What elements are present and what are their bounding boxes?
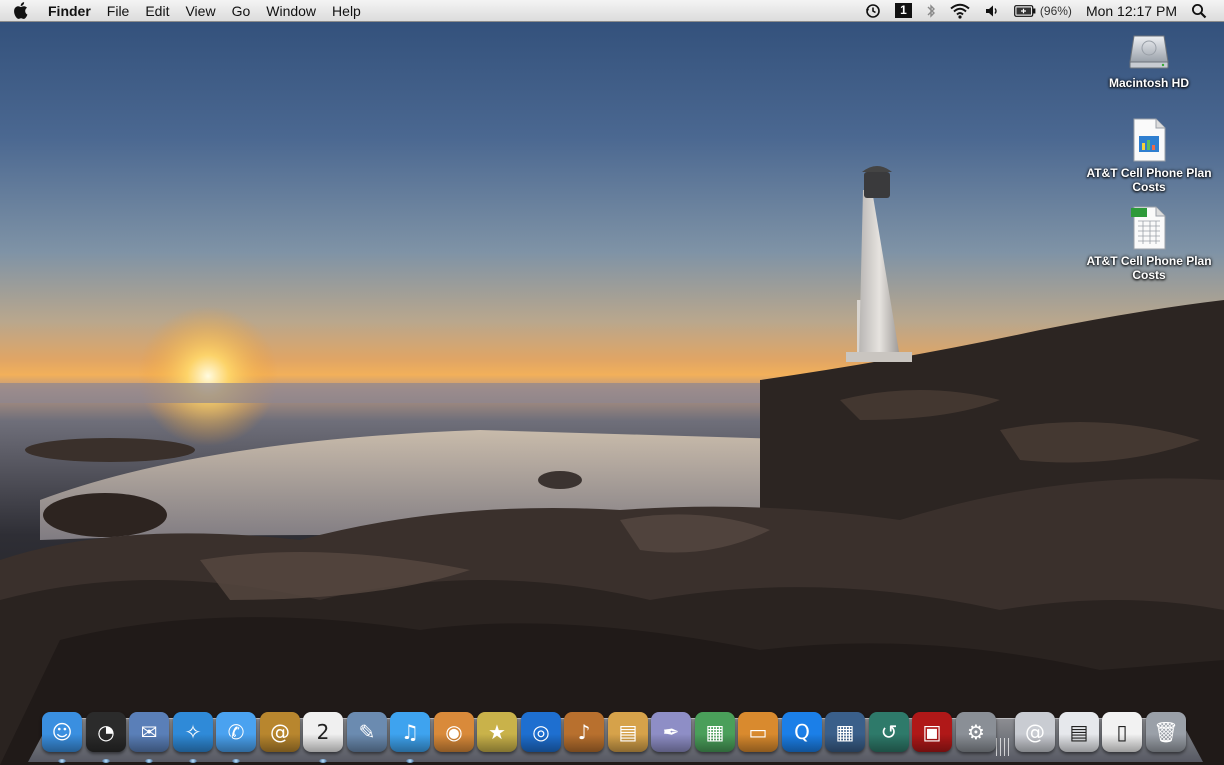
wifi-icon[interactable]	[943, 3, 977, 19]
spotlight-search-icon[interactable]	[1184, 3, 1214, 19]
dock-preview-icon[interactable]: ✎	[347, 712, 387, 752]
dock-file-document-icon[interactable]: ▯	[1102, 712, 1142, 752]
dock-address-book-icon[interactable]: @	[260, 712, 300, 752]
dock-idvd-icon[interactable]: ◎	[521, 712, 561, 752]
excel-spreadsheet-icon	[1131, 206, 1166, 250]
dock-itunes-icon[interactable]: ♫	[390, 712, 430, 752]
dock-pages-icon[interactable]: ✒	[651, 712, 691, 752]
dock-time-machine-icon[interactable]: ↺	[869, 712, 909, 752]
desktop-icon-label: Macintosh HD	[1108, 76, 1189, 90]
dock-separator	[996, 738, 1010, 756]
apple-menu-icon[interactable]	[0, 2, 40, 19]
hard-drive-icon	[1129, 35, 1169, 69]
time-machine-icon[interactable]	[858, 3, 888, 19]
dock-ical-icon[interactable]: 2	[303, 712, 343, 752]
dock-photo-booth-icon[interactable]: ▣	[912, 712, 952, 752]
numbers-document-icon	[1133, 118, 1166, 162]
spaces-number: 1	[894, 3, 912, 18]
dock: ☺ ◔ ✉ ✧ ✆ @2 ✎ ♫ ◉ ★ ◎ ♪ ▤ ✒ ▦ ▭ Q ▦ ↺ ▣ ⚙ @ ▤ ▯ 🗑	[0, 706, 1224, 765]
dock-running-indicator	[58, 759, 66, 763]
dock-safari-icon[interactable]: ✧	[173, 712, 213, 752]
bluetooth-icon[interactable]	[919, 3, 943, 19]
dock-imovie-icon[interactable]: ★	[477, 712, 517, 752]
dock-running-indicator	[102, 759, 110, 763]
dock-iweb-icon[interactable]: ▤	[608, 712, 648, 752]
battery-percent: (96%)	[1039, 3, 1072, 18]
dock-numbers-icon[interactable]: ▦	[695, 712, 735, 752]
dock-spaces-icon[interactable]: ▦	[825, 712, 865, 752]
dock-system-preferences-icon[interactable]: ⚙	[956, 712, 996, 752]
dock-ichat-icon[interactable]: ✆	[216, 712, 256, 752]
dock-finder-icon[interactable]: ☺	[42, 712, 82, 752]
desktop-icon-label: AT&T Cell Phone Plan Costs	[1086, 254, 1212, 282]
menu-window[interactable]: Window	[258, 0, 324, 22]
desktop-icon-label: AT&T Cell Phone Plan Costs	[1086, 166, 1212, 194]
dock-running-indicator	[319, 759, 327, 763]
menu-go[interactable]: Go	[224, 0, 259, 22]
desktop-wallpaper	[0, 0, 1224, 765]
volume-icon[interactable]	[977, 3, 1007, 19]
desktop-icon-macintosh-hd[interactable]: Macintosh HD	[1081, 30, 1217, 90]
battery-icon	[1014, 4, 1036, 17]
dock-running-indicator	[232, 759, 240, 763]
dock-trash-icon[interactable]: 🗑	[1146, 712, 1186, 752]
menu-file[interactable]: File	[99, 0, 138, 22]
wallpaper-scene	[0, 166, 1224, 765]
desktop-icon-numbers-document[interactable]: AT&T Cell Phone Plan Costs	[1081, 118, 1217, 194]
clock[interactable]: Mon 12:17 PM	[1079, 0, 1184, 22]
dock-running-indicator	[189, 759, 197, 763]
spaces-indicator[interactable]: 1	[888, 3, 919, 18]
dock-documents-stack-icon[interactable]: ▤	[1059, 712, 1099, 752]
dock-mail-icon[interactable]: ✉	[129, 712, 169, 752]
dock-quicktime-icon[interactable]: Q	[782, 712, 822, 752]
menu-edit[interactable]: Edit	[137, 0, 177, 22]
desktop-icon-excel-spreadsheet[interactable]: AT&T Cell Phone Plan Costs	[1081, 206, 1217, 282]
menu-view[interactable]: View	[177, 0, 223, 22]
battery-status[interactable]: (96%)	[1007, 0, 1079, 22]
dock-dashboard-icon[interactable]: ◔	[86, 712, 126, 752]
menu-finder[interactable]: Finder	[40, 0, 99, 22]
dock-keynote-icon[interactable]: ▭	[738, 712, 778, 752]
menu-bar: Finder File Edit View Go Window Help 1 (…	[0, 0, 1224, 22]
dock-iphoto-icon[interactable]: ◉	[434, 712, 474, 752]
menu-help[interactable]: Help	[324, 0, 369, 22]
dock-garageband-icon[interactable]: ♪	[564, 712, 604, 752]
dock-running-indicator	[145, 759, 153, 763]
dock-running-indicator	[406, 759, 414, 763]
dock-downloads-stack-icon[interactable]: @	[1015, 712, 1055, 752]
